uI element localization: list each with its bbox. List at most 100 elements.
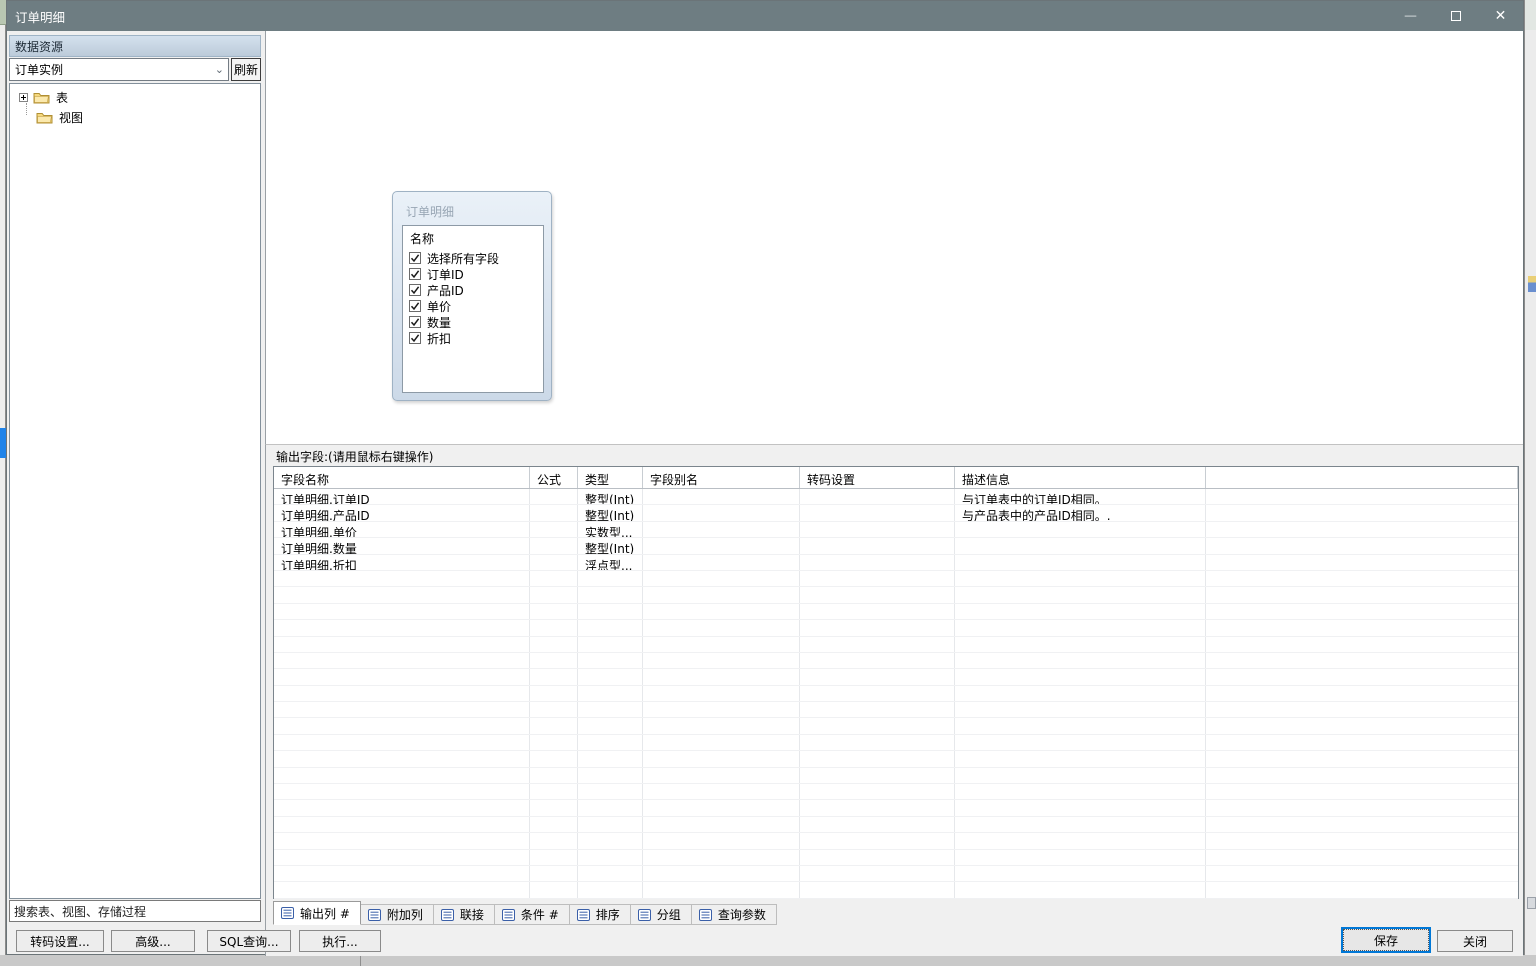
grid-cell — [1206, 718, 1518, 733]
grid-row[interactable]: 订单明细.单价实数型... — [274, 522, 1518, 538]
close-button[interactable]: 关闭 — [1437, 930, 1513, 952]
grid-row[interactable] — [274, 571, 1518, 587]
grid-row[interactable] — [274, 866, 1518, 882]
grid-cell — [643, 850, 800, 865]
grid-cell — [800, 850, 955, 865]
grid-cell — [955, 653, 1206, 668]
grid-cell — [800, 833, 955, 848]
diagram-field-row[interactable]: 产品ID — [403, 282, 543, 298]
tab-条件[interactable]: 条件 # — [495, 904, 570, 925]
grid-row[interactable] — [274, 637, 1518, 653]
search-input[interactable] — [9, 900, 261, 922]
tab-label: 附加列 — [387, 906, 423, 923]
grid-cell — [530, 751, 578, 766]
grid-row[interactable] — [274, 718, 1518, 734]
grid-cell — [274, 735, 530, 750]
grid-row[interactable] — [274, 702, 1518, 718]
grid-row[interactable] — [274, 817, 1518, 833]
save-button[interactable]: 保存 — [1341, 927, 1431, 953]
grid-row[interactable] — [274, 587, 1518, 603]
output-fields-grid[interactable]: 字段名称公式类型字段别名转码设置描述信息订单明细.订单ID整型(Int)与订单表… — [273, 466, 1519, 899]
tab-排序[interactable]: 排序 — [570, 904, 631, 925]
grid-row[interactable]: 订单明细.产品ID整型(Int)与产品表中的产品ID相同。. — [274, 505, 1518, 521]
field-checkbox[interactable] — [409, 268, 421, 280]
field-checkbox[interactable] — [409, 284, 421, 296]
field-checkbox[interactable] — [409, 252, 421, 264]
grid-row[interactable] — [274, 800, 1518, 816]
table-diagram-title[interactable]: 订单明细 — [406, 203, 454, 220]
grid-cell — [955, 686, 1206, 701]
grid-row[interactable] — [274, 735, 1518, 751]
close-window-button[interactable]: ✕ — [1478, 1, 1523, 31]
datasource-select[interactable]: 订单实例 ⌄ — [9, 58, 229, 81]
list-icon — [577, 909, 590, 921]
grid-row[interactable] — [274, 768, 1518, 784]
diagram-field-row[interactable]: 订单ID — [403, 266, 543, 282]
button-执行[interactable]: 执行... — [299, 930, 381, 952]
diagram-field-row[interactable]: 折扣 — [403, 330, 543, 346]
grid-cell — [578, 800, 643, 815]
grid-header-cell: 描述信息 — [955, 467, 1206, 488]
grid-row[interactable] — [274, 882, 1518, 898]
tab-label: 联接 — [460, 906, 484, 923]
diagram-field-row[interactable]: 单价 — [403, 298, 543, 314]
button-转码设置[interactable]: 转码设置... — [16, 930, 104, 952]
table-field-list: 名称 选择所有字段订单ID产品ID单价数量折扣 — [402, 225, 544, 393]
minimize-button[interactable]: — — [1388, 1, 1433, 31]
grid-row[interactable] — [274, 850, 1518, 866]
diagram-field-row[interactable]: 数量 — [403, 314, 543, 330]
diagram-field-row[interactable]: 选择所有字段 — [403, 250, 543, 266]
tab-输出列[interactable]: 输出列 # — [273, 901, 361, 925]
grid-cell — [643, 686, 800, 701]
grid-cell: 与订单表中的订单ID相同。 — [955, 489, 1206, 504]
tree-item-views[interactable]: 视图 — [36, 109, 83, 126]
button-SQL查询[interactable]: SQL查询... — [207, 930, 291, 952]
grid-cell — [530, 686, 578, 701]
field-label: 产品ID — [427, 282, 464, 299]
tab-分组[interactable]: 分组 — [631, 904, 692, 925]
grid-cell — [643, 555, 800, 570]
grid-row[interactable]: 订单明细.订单ID整型(Int)与订单表中的订单ID相同。 — [274, 489, 1518, 505]
tab-查询参数[interactable]: 查询参数 — [692, 904, 777, 925]
grid-row[interactable] — [274, 751, 1518, 767]
grid-row[interactable] — [274, 604, 1518, 620]
grid-cell — [274, 800, 530, 815]
expand-plus-icon[interactable] — [19, 93, 28, 102]
grid-cell — [530, 653, 578, 668]
field-checkbox[interactable] — [409, 300, 421, 312]
field-label: 单价 — [427, 298, 451, 315]
grid-cell — [274, 702, 530, 717]
grid-row[interactable] — [274, 653, 1518, 669]
grid-cell — [1206, 538, 1518, 553]
grid-cell: 整型(Int) — [578, 538, 643, 553]
datasource-tree[interactable]: 表 视图 — [9, 83, 261, 899]
tab-附加列[interactable]: 附加列 — [361, 904, 434, 925]
maximize-button[interactable] — [1433, 1, 1478, 31]
grid-cell — [1206, 735, 1518, 750]
table-diagram-box[interactable]: 订单明细 名称 选择所有字段订单ID产品ID单价数量折扣 — [392, 191, 552, 401]
tab-联接[interactable]: 联接 — [434, 904, 495, 925]
grid-row[interactable] — [274, 686, 1518, 702]
button-高级[interactable]: 高级... — [111, 930, 195, 952]
field-checkbox[interactable] — [409, 332, 421, 344]
refresh-button[interactable]: 刷新 — [231, 58, 261, 81]
grid-cell — [1206, 489, 1518, 504]
field-checkbox[interactable] — [409, 316, 421, 328]
grid-row[interactable] — [274, 620, 1518, 636]
grid-cell — [1206, 505, 1518, 520]
grid-cell — [578, 637, 643, 652]
titlebar[interactable]: 订单明细 — ✕ — [7, 1, 1523, 31]
grid-row[interactable]: 订单明细.折扣浮点型... — [274, 555, 1518, 571]
grid-row[interactable] — [274, 833, 1518, 849]
grid-cell — [800, 669, 955, 684]
diagram-canvas: 订单明细 名称 选择所有字段订单ID产品ID单价数量折扣 — [265, 31, 1523, 444]
grid-cell — [955, 768, 1206, 783]
grid-row[interactable]: 订单明细.数量整型(Int) — [274, 538, 1518, 554]
grid-cell — [1206, 571, 1518, 586]
grid-cell — [1206, 800, 1518, 815]
grid-row[interactable] — [274, 669, 1518, 685]
grid-row[interactable] — [274, 784, 1518, 800]
grid-cell — [1206, 587, 1518, 602]
tree-item-tables[interactable]: 表 — [19, 89, 68, 106]
grid-cell — [578, 718, 643, 733]
